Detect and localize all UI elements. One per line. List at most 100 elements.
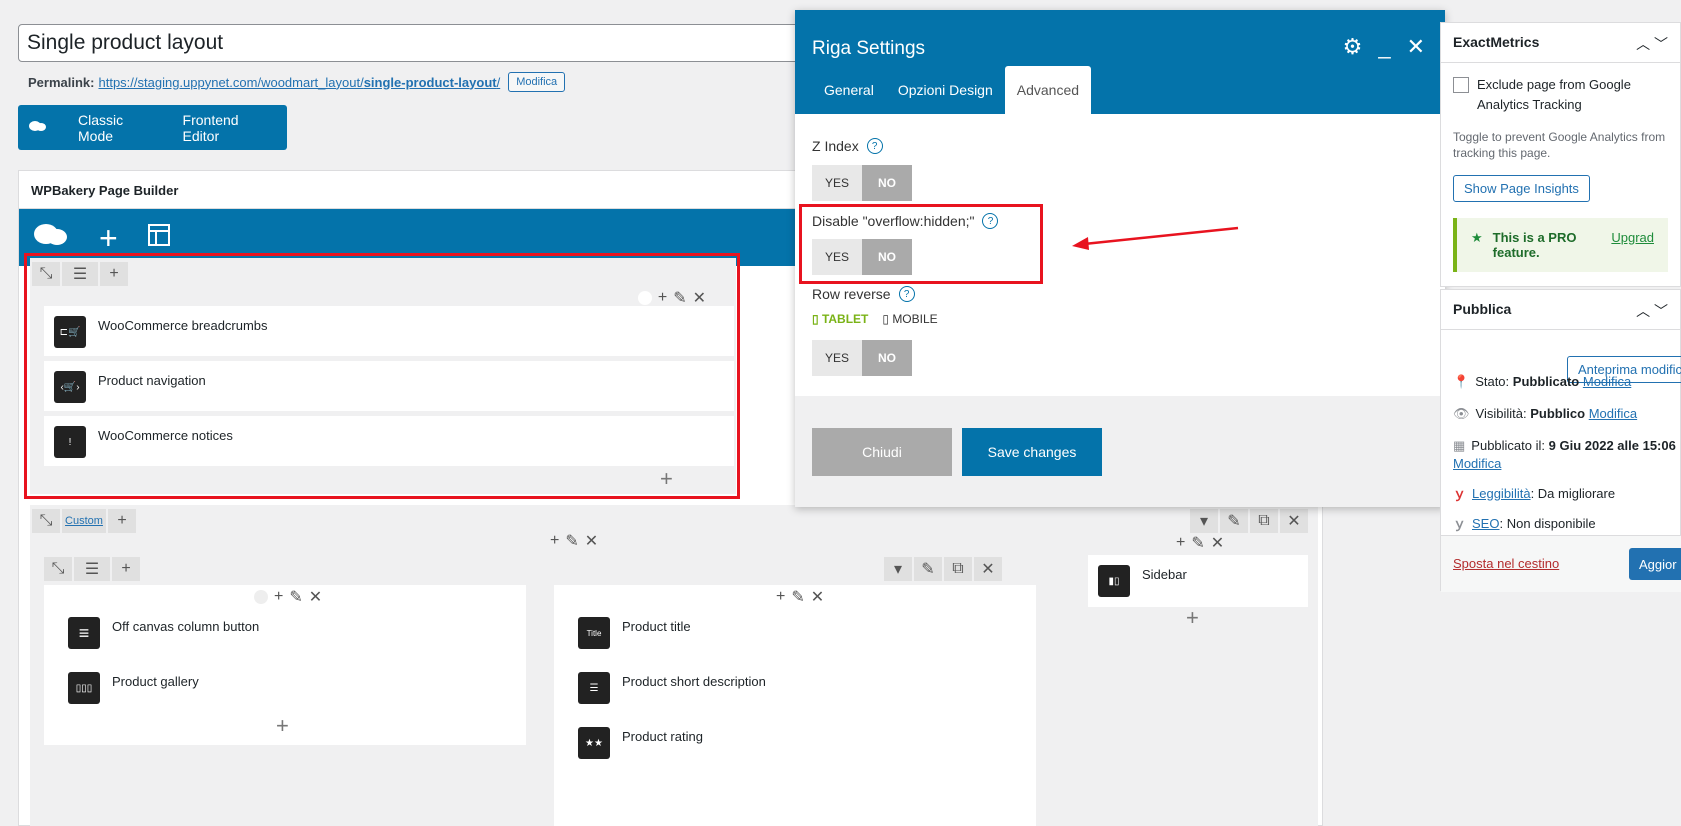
element-product-rating[interactable]: ★★ Product rating	[564, 725, 1024, 769]
column-delete-icon[interactable]: ✕	[693, 288, 706, 308]
element-product-navigation[interactable]: ‹🛒› Product navigation	[44, 361, 734, 411]
yes-option[interactable]: YES	[812, 340, 862, 376]
column-edit-icon[interactable]: ✎	[1191, 533, 1204, 553]
inner-edit-icon[interactable]: ✎	[914, 557, 942, 581]
menu-icon: ≡	[68, 617, 100, 649]
trash-link[interactable]: Sposta nel cestino	[1453, 556, 1559, 571]
exclude-checkbox[interactable]	[1453, 77, 1469, 93]
tab-design-options[interactable]: Opzioni Design	[886, 66, 1005, 114]
gear-icon[interactable]: ⚙	[1343, 34, 1363, 60]
seo-link[interactable]: SEO	[1472, 516, 1499, 531]
column-edit-icon[interactable]: ✎	[673, 288, 686, 308]
row-add-icon[interactable]: +	[100, 262, 128, 286]
mobile-option[interactable]: ▯ MOBILE	[882, 312, 937, 326]
row-custom-layout[interactable]: Custom	[62, 509, 106, 533]
zindex-toggle[interactable]: YES NO	[812, 165, 912, 201]
yes-option[interactable]: YES	[812, 239, 862, 275]
element-off-canvas-button[interactable]: ≡ Off canvas column button	[54, 615, 514, 659]
help-icon[interactable]: ?	[982, 213, 999, 229]
column-add-element-icon[interactable]: +	[1186, 605, 1199, 631]
permalink-link[interactable]: https://staging.uppynet.com/woodmart_lay…	[98, 75, 500, 90]
row-delete-icon[interactable]: ✕	[1280, 509, 1308, 533]
inner-move-icon[interactable]: ⤡	[44, 557, 72, 581]
modal-footer: Chiudi Save changes	[795, 396, 1445, 507]
column-add-element-icon[interactable]: +	[660, 466, 673, 492]
no-option[interactable]: NO	[862, 165, 912, 201]
row-add-icon[interactable]: +	[108, 509, 136, 533]
column-edit-icon[interactable]: ✎	[791, 587, 804, 607]
visibility-label: Visibilità:	[1475, 406, 1527, 421]
permalink-edit-button[interactable]: Modifica	[508, 72, 566, 92]
show-insights-button[interactable]: Show Page Insights	[1453, 175, 1590, 202]
published-edit-link[interactable]: Modifica	[1453, 456, 1676, 472]
readability-link[interactable]: Leggibilità	[1472, 486, 1531, 501]
collapse-controls[interactable]: ︿ ﹀	[1636, 34, 1668, 52]
help-icon[interactable]: ?	[898, 286, 915, 302]
status-edit-link[interactable]: Modifica	[1583, 374, 1631, 389]
collapse-controls[interactable]: ︿ ﹀	[1636, 301, 1668, 319]
visibility-row: 👁 Visibilità: Pubblico Modifica	[1453, 406, 1676, 422]
element-product-gallery[interactable]: ▯▯▯ Product gallery	[54, 670, 514, 714]
element-woo-breadcrumbs[interactable]: ⊏🛒 WooCommerce breadcrumbs	[44, 306, 734, 356]
add-element-icon[interactable]: +	[99, 222, 118, 254]
inner-clone-icon[interactable]: ⧉	[944, 557, 972, 581]
inner-layout-icon[interactable]: ☰	[74, 557, 110, 581]
row-move-icon[interactable]: ⤡	[32, 262, 60, 286]
update-button[interactable]: Aggior	[1629, 548, 1681, 580]
templates-icon[interactable]	[147, 224, 170, 251]
no-option[interactable]: NO	[862, 239, 912, 275]
inner-toggle-icon[interactable]: ▾	[884, 557, 912, 581]
row-layout-icon[interactable]: ☰	[62, 262, 98, 286]
classic-mode-button[interactable]: Classic Mode	[60, 112, 171, 144]
row-toggle-icon[interactable]: ▾	[1190, 509, 1218, 533]
sidebar-icon: ▮▯	[1098, 565, 1130, 597]
save-changes-button[interactable]: Save changes	[962, 428, 1102, 476]
column-add-icon[interactable]: +	[550, 532, 559, 550]
breadcrumbs-icon: ⊏🛒	[54, 316, 86, 348]
column-edit-icon[interactable]: ✎	[289, 587, 302, 607]
element-sidebar[interactable]: ▮▯ Sidebar	[1088, 555, 1308, 607]
row-reverse-toggle[interactable]: YES NO	[812, 340, 912, 376]
column-delete-icon[interactable]: ✕	[585, 531, 598, 551]
element-woo-notices[interactable]: ! WooCommerce notices	[44, 416, 734, 466]
element-product-title[interactable]: Title Product title	[564, 615, 1024, 659]
tab-advanced[interactable]: Advanced	[1004, 66, 1092, 114]
yes-option[interactable]: YES	[812, 165, 862, 201]
help-icon[interactable]: ?	[866, 138, 883, 154]
upgrade-link[interactable]: Upgrad	[1611, 230, 1654, 260]
status-label: Stato:	[1475, 374, 1510, 389]
frontend-editor-button[interactable]: Frontend Editor	[171, 112, 287, 144]
column-delete-icon[interactable]: ✕	[811, 587, 824, 607]
no-option[interactable]: NO	[862, 340, 912, 376]
wpbakery-cloud-icon[interactable]	[33, 222, 69, 253]
element-product-short-description[interactable]: ☰ Product short description	[564, 670, 1024, 714]
column-add-icon[interactable]: +	[274, 588, 283, 606]
tab-general[interactable]: General	[812, 66, 886, 114]
column-add-icon[interactable]: +	[776, 588, 785, 606]
column-delete-icon[interactable]: ✕	[309, 587, 322, 607]
close-icon[interactable]: ✕	[1407, 34, 1425, 60]
pro-notice: ★ This is a PRO feature. Upgrad	[1453, 218, 1668, 272]
overflow-toggle[interactable]: YES NO	[812, 239, 912, 275]
column-circle-icon[interactable]	[637, 291, 652, 305]
column-delete-icon[interactable]: ✕	[1211, 533, 1224, 553]
inner-add-icon[interactable]: +	[112, 557, 140, 581]
row-2-controls: ⤡ Custom +	[32, 509, 138, 533]
column-circle-icon[interactable]	[254, 590, 268, 604]
published-row: ▦ Pubblicato il: 9 Giu 2022 alle 15:06	[1453, 438, 1676, 454]
close-button[interactable]: Chiudi	[812, 428, 952, 476]
column-add-icon[interactable]: +	[658, 289, 667, 307]
post-title-input[interactable]	[18, 24, 858, 62]
column-add-element-icon[interactable]: +	[276, 713, 289, 739]
visibility-edit-link[interactable]: Modifica	[1589, 406, 1637, 421]
row-edit-icon[interactable]: ✎	[1220, 509, 1248, 533]
minimize-icon[interactable]: _	[1378, 34, 1390, 60]
tablet-option[interactable]: ▯ TABLET	[812, 312, 868, 326]
column-controls: + ✎ ✕	[637, 288, 706, 308]
column-edit-icon[interactable]: ✎	[565, 531, 578, 551]
row-clone-icon[interactable]: ⧉	[1250, 509, 1278, 533]
row-move-icon[interactable]: ⤡	[32, 509, 60, 533]
zindex-field: Z Index ?	[812, 138, 883, 154]
inner-delete-icon[interactable]: ✕	[974, 557, 1002, 581]
column-add-icon[interactable]: +	[1176, 534, 1185, 552]
